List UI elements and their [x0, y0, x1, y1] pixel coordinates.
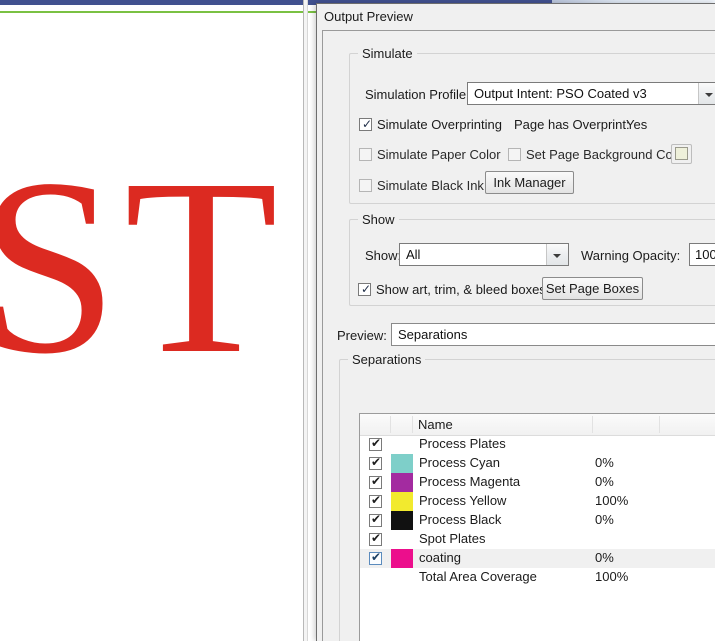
separation-visibility-checkbox[interactable]: ✔ [369, 493, 382, 508]
preview-combobox[interactable]: Separations [391, 323, 715, 346]
separation-row[interactable]: ✔ Process Magenta 0% [360, 473, 715, 492]
simulation-profile-dropdown-button[interactable] [698, 83, 715, 104]
check-icon: ✔ [371, 550, 382, 564]
separation-visibility-checkbox[interactable]: ✔ [369, 531, 382, 546]
simulation-profile-label: Simulation Profile: [365, 87, 470, 102]
separation-name: Process Plates [419, 436, 506, 451]
set-page-boxes-button[interactable]: Set Page Boxes [542, 277, 643, 300]
output-preview-dialog: Output Preview Simulate Simulation Profi… [316, 3, 715, 641]
column-divider [659, 416, 660, 433]
chevron-down-icon [705, 93, 713, 97]
page-has-overprint-label: Page has Overprint: [514, 117, 630, 132]
separation-color-swatch [391, 454, 413, 473]
chevron-down-icon [553, 254, 561, 258]
separation-percent: 0% [595, 550, 614, 565]
checkbox-box [508, 148, 521, 161]
column-divider [592, 416, 593, 433]
warning-opacity-value: 100 [695, 247, 715, 262]
separation-name: Process Cyan [419, 455, 500, 470]
separation-percent: 100% [595, 493, 629, 508]
ink-manager-button[interactable]: Ink Manager [485, 171, 574, 194]
checkbox-box: ✓ [358, 283, 371, 296]
preview-label: Preview: [337, 328, 387, 343]
column-divider [390, 416, 391, 433]
separation-visibility-checkbox[interactable]: ✔ [369, 455, 382, 470]
show-dropdown-button[interactable] [546, 244, 568, 265]
check-icon: ✔ [371, 436, 382, 450]
check-icon: ✓ [362, 117, 373, 131]
screen: ST Output Preview Simulate Simulation Pr… [0, 0, 715, 641]
warning-opacity-input[interactable]: 100 [689, 243, 715, 266]
checkbox-box [359, 179, 372, 192]
separation-visibility-checkbox[interactable]: ✔ [369, 474, 382, 489]
document-headline-text: ST [0, 126, 285, 406]
check-icon: ✔ [371, 531, 382, 545]
simulate-black-ink-label: Simulate Black Ink [377, 178, 484, 193]
check-icon: ✓ [361, 282, 372, 296]
document-page-edge [303, 0, 304, 641]
dialog-body: Simulate Simulation Profile: Output Inte… [322, 30, 715, 641]
show-value: All [406, 247, 421, 262]
separation-percent: 0% [595, 455, 614, 470]
dialog-title: Output Preview [324, 9, 413, 24]
separation-row[interactable]: ✔ Spot Plates [360, 530, 715, 549]
simulation-profile-value: Output Intent: PSO Coated v3 [474, 86, 647, 101]
show-label: Show: [365, 248, 402, 263]
separation-name: coating [419, 550, 461, 565]
preview-value: Separations [398, 327, 468, 342]
separation-name: Process Magenta [419, 474, 521, 489]
simulation-profile-combobox[interactable]: Output Intent: PSO Coated v3 [467, 82, 715, 105]
show-page-boxes-label: Show art, trim, & bleed boxes [376, 282, 546, 297]
separation-percent: 0% [595, 512, 614, 527]
set-page-boxes-button-label: Set Page Boxes [545, 281, 640, 296]
separation-color-swatch [391, 492, 413, 511]
check-icon: ✔ [371, 474, 382, 488]
separation-row[interactable]: ✔ Process Plates [360, 435, 715, 454]
column-divider [412, 416, 413, 433]
checkbox-box: ✓ [359, 118, 372, 131]
separations-list[interactable]: Name ✔ Process Plates ✔ Process Cyan 0% ✔ Proc… [359, 413, 715, 641]
separation-name: Total Area Coverage [419, 569, 537, 584]
warning-opacity-label: Warning Opacity: [581, 248, 681, 263]
show-combobox[interactable]: All [399, 243, 569, 266]
separation-row[interactable]: ✔ Process Yellow 100% [360, 492, 715, 511]
separation-row[interactable]: ✔ Process Cyan 0% [360, 454, 715, 473]
column-header-name: Name [418, 417, 453, 432]
document-page-edge-shadow [307, 0, 308, 641]
check-icon: ✔ [371, 512, 382, 526]
color-swatch [675, 147, 688, 160]
check-icon: ✔ [371, 493, 382, 507]
document-green-rule [0, 11, 318, 13]
separation-percent: 100% [595, 569, 629, 584]
simulate-paper-color-label: Simulate Paper Color [377, 147, 501, 162]
separation-color-swatch [391, 549, 413, 568]
separation-row[interactable]: Total Area Coverage 100% [360, 568, 715, 587]
separations-list-header: Name [360, 414, 715, 436]
separation-visibility-checkbox[interactable]: ✔ [369, 436, 382, 451]
check-icon: ✔ [371, 455, 382, 469]
separation-color-swatch [391, 511, 413, 530]
checkbox-box [359, 148, 372, 161]
dialog-titlebar[interactable]: Output Preview [317, 4, 715, 30]
separation-name: Process Yellow [419, 493, 507, 508]
separation-color-swatch [391, 473, 413, 492]
separation-visibility-checkbox[interactable]: ✔ [369, 550, 382, 565]
separation-row[interactable]: ✔ coating 0% [360, 549, 715, 568]
show-group-label: Show [358, 212, 399, 227]
simulate-group-label: Simulate [358, 46, 417, 61]
set-page-background-color-label: Set Page Background Color [526, 147, 688, 162]
page-has-overprint-value: Yes [626, 117, 648, 132]
separations-group-label: Separations [348, 352, 426, 367]
separation-name: Process Black [419, 512, 502, 527]
simulate-overprinting-label: Simulate Overprinting [377, 117, 502, 132]
separation-name: Spot Plates [419, 531, 486, 546]
separation-visibility-checkbox[interactable]: ✔ [369, 512, 382, 527]
ink-manager-button-label: Ink Manager [493, 175, 566, 190]
page-background-color-swatch-button[interactable] [671, 144, 692, 164]
separation-percent: 0% [595, 474, 614, 489]
separation-row[interactable]: ✔ Process Black 0% [360, 511, 715, 530]
